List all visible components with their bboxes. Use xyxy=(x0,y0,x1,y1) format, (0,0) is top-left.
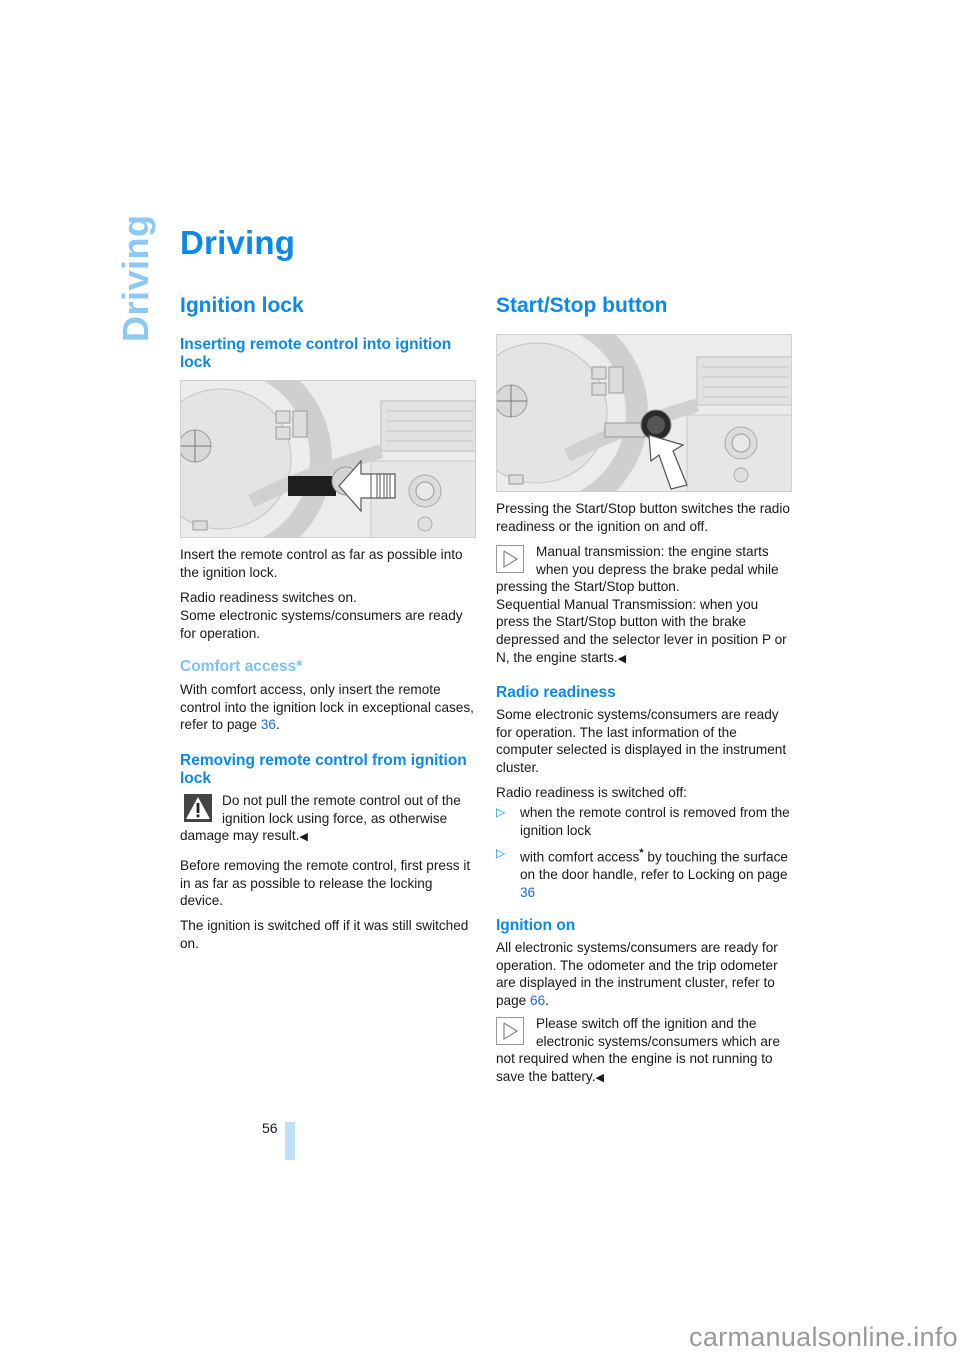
page-title: Driving xyxy=(180,224,296,261)
figure-start-stop xyxy=(496,334,792,492)
paragraph-pressing: Pressing the Start/Stop button switches … xyxy=(496,501,790,534)
side-tab-section: Driving xyxy=(114,214,158,342)
list-item-text: with comfort access xyxy=(520,849,640,865)
heading-start-stop: Start/Stop button xyxy=(496,294,668,317)
figure-insert-remote xyxy=(180,380,476,538)
note-manual-transmission: Manual transmission: the engine starts w… xyxy=(496,543,792,668)
list-item-text: when the remote control is removed from … xyxy=(520,805,790,838)
page-link-66[interactable]: 66 xyxy=(530,993,545,1008)
page-link-36[interactable]: 36 xyxy=(520,885,535,900)
text: . xyxy=(275,717,280,733)
note-text-sequential: Sequential Manual Transmission: when you… xyxy=(496,596,787,665)
end-mark-icon: ◀ xyxy=(299,831,308,844)
paragraph-radio-readiness: Some electronic systems/consumers are re… xyxy=(496,707,787,775)
warning-text: Do not pull the remote control out of th… xyxy=(180,793,461,844)
paragraph-switched-off: The ignition is switched off if it was s… xyxy=(180,918,469,951)
paragraph-ignition-on: All electronic systems/consumers are rea… xyxy=(496,939,792,1009)
page-number: 56 xyxy=(262,1120,278,1136)
bullet-arrow-icon: ▷ xyxy=(496,805,506,819)
note-text: Please switch off the ignition and the e… xyxy=(496,1016,781,1084)
list-item: ▷ with comfort access* by touching the s… xyxy=(496,845,792,901)
end-mark-icon: ◀ xyxy=(617,652,627,665)
bullet-arrow-icon: ▷ xyxy=(496,846,506,860)
note-save-battery: Please switch off the ignition and the e… xyxy=(496,1015,792,1087)
start-stop-illustration xyxy=(497,335,791,491)
paragraph-systems-ready: Some electronic systems/consumers are re… xyxy=(180,608,463,641)
page-number-bar xyxy=(285,1122,295,1160)
heading-removing-remote: Removing remote control from ignition lo… xyxy=(180,752,467,787)
warning-icon xyxy=(184,794,212,827)
heading-ignition-on: Ignition on xyxy=(496,917,576,934)
paragraph-before-removing: Before removing the remote control, firs… xyxy=(180,858,471,909)
text: . xyxy=(545,992,549,1008)
note-text: Manual transmission: the engine starts w… xyxy=(496,544,779,595)
heading-ignition-lock: Ignition lock xyxy=(180,294,304,317)
warning-note: Do not pull the remote control out of th… xyxy=(180,792,476,847)
paragraph-radio-on: Radio readiness switches on. xyxy=(180,590,357,605)
side-tab-label: Driving xyxy=(115,214,156,342)
list-item: ▷ when the remote control is removed fro… xyxy=(496,804,792,839)
heading-inserting-remote: Inserting remote control into ignition l… xyxy=(180,336,452,371)
note-icon xyxy=(496,1017,524,1050)
heading-radio-readiness: Radio readiness xyxy=(496,684,616,701)
note-icon xyxy=(496,545,524,578)
paragraph-radio-off: Radio readiness is switched off: xyxy=(496,785,687,800)
paragraph-insert: Insert the remote control as far as poss… xyxy=(180,547,463,580)
paragraph-comfort-access: With comfort access, only insert the rem… xyxy=(180,681,476,734)
watermark: carmanualsonline.info xyxy=(689,1322,958,1352)
end-mark-icon: ◀ xyxy=(595,1071,604,1084)
steering-wheel-illustration xyxy=(181,381,475,537)
heading-comfort-access: Comfort access* xyxy=(180,658,303,675)
page-link-36[interactable]: 36 xyxy=(261,717,276,732)
text: With comfort access, only insert the rem… xyxy=(180,682,474,733)
